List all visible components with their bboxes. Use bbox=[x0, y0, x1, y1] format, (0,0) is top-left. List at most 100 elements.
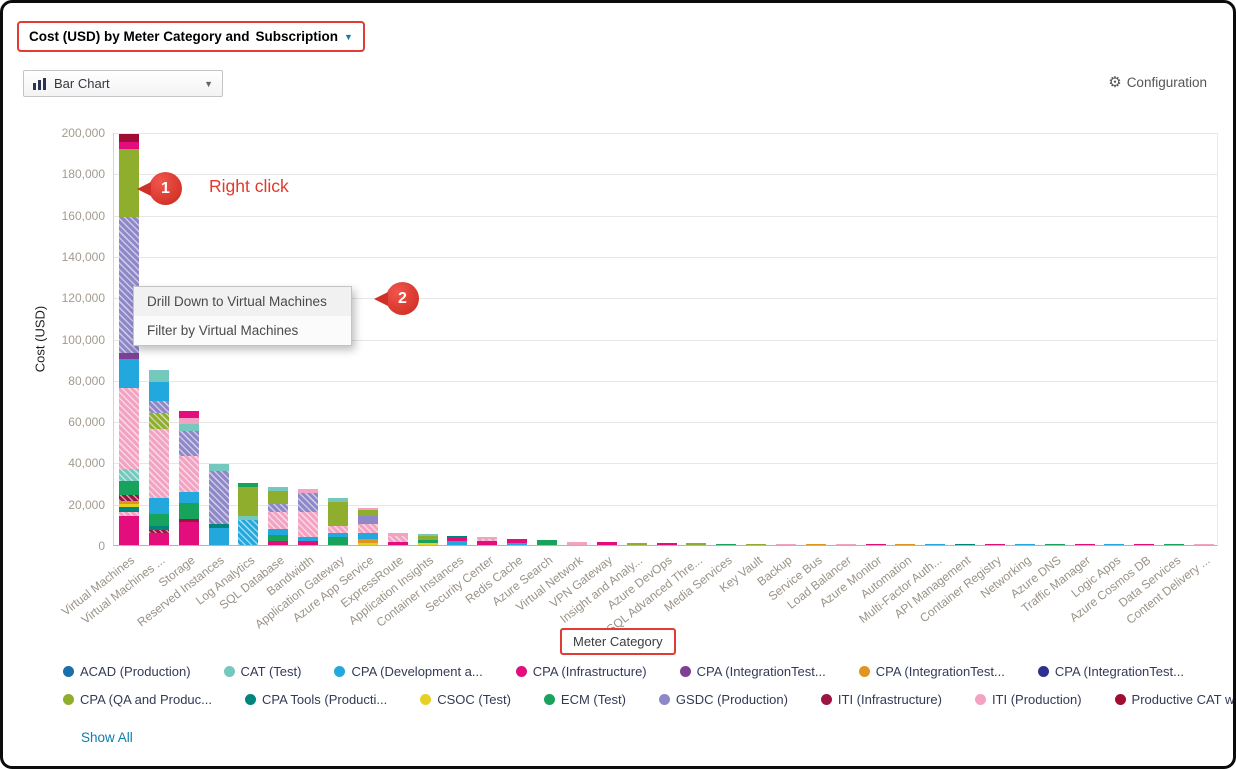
bar-segment[interactable] bbox=[358, 524, 378, 532]
legend-item[interactable]: GSDC (Production) bbox=[659, 692, 788, 707]
legend-item[interactable]: ITI (Production) bbox=[975, 692, 1082, 707]
bar-segment[interactable] bbox=[119, 388, 139, 469]
bar-segment[interactable] bbox=[149, 429, 169, 497]
show-all-link[interactable]: Show All bbox=[81, 730, 133, 745]
legend-item[interactable]: Productive CAT woVPN bbox=[1115, 692, 1236, 707]
legend-item[interactable]: CPA (IntegrationTest... bbox=[1038, 664, 1184, 679]
bar-segment[interactable] bbox=[149, 382, 169, 401]
bar-segment[interactable] bbox=[597, 542, 617, 545]
bar-segment[interactable] bbox=[268, 541, 288, 545]
bar-segment[interactable] bbox=[477, 541, 497, 545]
legend-item[interactable]: CAT (Test) bbox=[224, 664, 302, 679]
bar-column[interactable] bbox=[866, 544, 886, 545]
bar-column[interactable] bbox=[238, 483, 258, 545]
bar-column[interactable] bbox=[1104, 544, 1124, 545]
bar-segment[interactable] bbox=[149, 498, 169, 515]
legend-item[interactable]: CPA (Infrastructure) bbox=[516, 664, 647, 679]
bar-segment[interactable] bbox=[836, 544, 856, 545]
bar-column[interactable] bbox=[836, 544, 856, 545]
bar-segment[interactable] bbox=[119, 481, 139, 495]
bar-column[interactable] bbox=[955, 544, 975, 545]
legend-item[interactable]: CPA (Development a... bbox=[334, 664, 482, 679]
bar-column[interactable] bbox=[746, 544, 766, 545]
bar-segment[interactable] bbox=[268, 504, 288, 512]
bar-segment[interactable] bbox=[298, 512, 318, 537]
bar-column[interactable] bbox=[1075, 544, 1095, 545]
menu-item-drill-down[interactable]: Drill Down to Virtual Machines bbox=[134, 287, 351, 316]
bar-column[interactable] bbox=[567, 542, 587, 545]
bar-segment[interactable] bbox=[418, 543, 438, 545]
bar-column[interactable] bbox=[328, 498, 348, 545]
legend-item[interactable]: CPA (IntegrationTest... bbox=[680, 664, 826, 679]
bar-segment[interactable] bbox=[328, 502, 348, 527]
bar-segment[interactable] bbox=[298, 493, 318, 512]
legend-item[interactable]: ECM (Test) bbox=[544, 692, 626, 707]
bar-column[interactable] bbox=[925, 544, 945, 545]
bar-segment[interactable] bbox=[1045, 544, 1065, 545]
bar-column[interactable] bbox=[388, 533, 408, 545]
bar-column[interactable] bbox=[1194, 544, 1214, 545]
bar-segment[interactable] bbox=[895, 544, 915, 545]
bar-segment[interactable] bbox=[358, 543, 378, 545]
bar-column[interactable] bbox=[1164, 544, 1184, 545]
menu-item-filter[interactable]: Filter by Virtual Machines bbox=[134, 316, 351, 345]
bar-segment[interactable] bbox=[328, 537, 348, 545]
bar-segment[interactable] bbox=[567, 542, 587, 545]
bar-column[interactable] bbox=[1015, 544, 1035, 545]
legend-item[interactable]: CPA (QA and Produc... bbox=[63, 692, 212, 707]
bar-column[interactable] bbox=[597, 542, 617, 545]
bar-column[interactable] bbox=[776, 544, 796, 545]
bar-segment[interactable] bbox=[1164, 544, 1184, 545]
bar-column[interactable] bbox=[716, 544, 736, 545]
bar-segment[interactable] bbox=[925, 544, 945, 545]
bar-segment[interactable] bbox=[119, 134, 139, 142]
bar-segment[interactable] bbox=[1015, 544, 1035, 545]
bar-column[interactable] bbox=[149, 370, 169, 545]
legend-item[interactable]: ACAD (Production) bbox=[63, 664, 191, 679]
bar-segment[interactable] bbox=[507, 543, 527, 545]
bar-segment[interactable] bbox=[149, 370, 169, 382]
bar-column[interactable] bbox=[657, 543, 677, 545]
bar-column[interactable] bbox=[627, 543, 647, 545]
bar-column[interactable] bbox=[507, 539, 527, 545]
legend-item[interactable]: CSOC (Test) bbox=[420, 692, 511, 707]
bar-segment[interactable] bbox=[179, 431, 199, 456]
bar-segment[interactable] bbox=[447, 541, 467, 545]
bar-segment[interactable] bbox=[238, 487, 258, 516]
bar-column[interactable] bbox=[358, 508, 378, 545]
bar-segment[interactable] bbox=[149, 413, 169, 430]
bar-segment[interactable] bbox=[627, 543, 647, 545]
bar-column[interactable] bbox=[686, 543, 706, 545]
bar-column[interactable] bbox=[209, 464, 229, 545]
bar-segment[interactable] bbox=[149, 514, 169, 526]
bar-segment[interactable] bbox=[179, 503, 199, 520]
bar-segment[interactable] bbox=[806, 544, 826, 545]
bar-column[interactable] bbox=[985, 544, 1005, 545]
bar-column[interactable] bbox=[447, 536, 467, 545]
bar-segment[interactable] bbox=[179, 424, 199, 431]
bar-segment[interactable] bbox=[358, 516, 378, 524]
bar-segment[interactable] bbox=[985, 544, 1005, 545]
bar-segment[interactable] bbox=[209, 471, 229, 525]
bar-segment[interactable] bbox=[686, 543, 706, 545]
bar-segment[interactable] bbox=[746, 544, 766, 545]
bar-segment[interactable] bbox=[179, 456, 199, 492]
bar-segment[interactable] bbox=[119, 149, 139, 217]
bar-column[interactable] bbox=[418, 534, 438, 545]
legend-item[interactable]: CPA (IntegrationTest... bbox=[859, 664, 1005, 679]
bar-segment[interactable] bbox=[149, 401, 169, 413]
bar-column[interactable] bbox=[477, 537, 497, 545]
bar-column[interactable] bbox=[1045, 544, 1065, 545]
bar-segment[interactable] bbox=[1104, 544, 1124, 545]
bar-segment[interactable] bbox=[238, 520, 258, 545]
bar-column[interactable] bbox=[179, 411, 199, 545]
bar-column[interactable] bbox=[298, 489, 318, 545]
measure-dimension-dropdown[interactable]: Cost (USD) by Meter Category and Subscri… bbox=[19, 23, 363, 50]
bar-segment[interactable] bbox=[388, 542, 408, 545]
bar-segment[interactable] bbox=[179, 411, 199, 418]
bar-segment[interactable] bbox=[1075, 544, 1095, 545]
bar-segment[interactable] bbox=[119, 516, 139, 545]
bar-segment[interactable] bbox=[149, 533, 169, 545]
bar-segment[interactable] bbox=[119, 359, 139, 388]
bar-segment[interactable] bbox=[268, 491, 288, 503]
